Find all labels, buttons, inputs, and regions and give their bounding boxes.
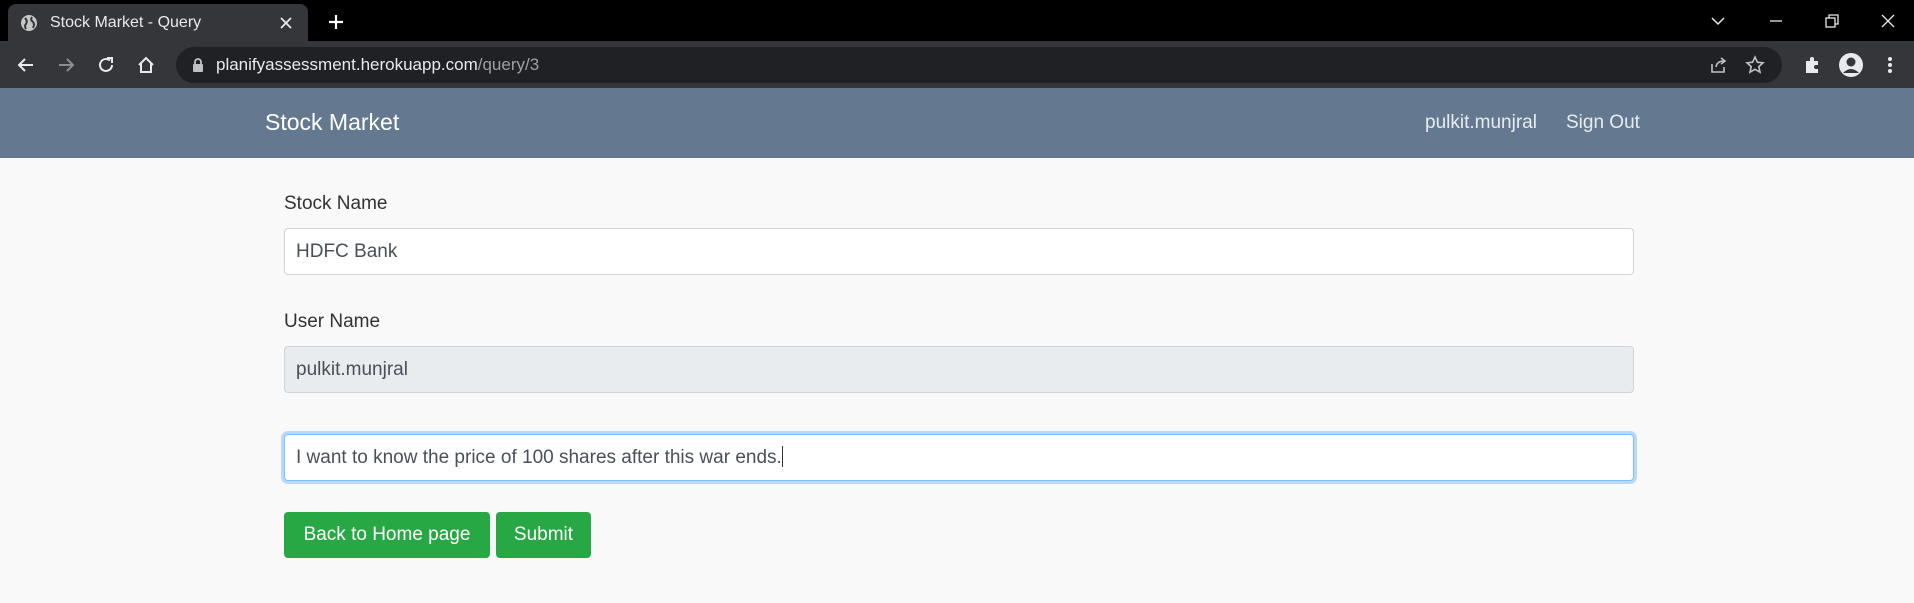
close-window-icon[interactable] bbox=[1875, 8, 1901, 34]
url-text: planifyassessment.herokuapp.com/query/3 bbox=[216, 55, 540, 74]
minimize-icon[interactable] bbox=[1763, 8, 1789, 34]
query-value: I want to know the price of 100 shares a… bbox=[296, 447, 782, 468]
stock-name-input[interactable]: HDFC Bank bbox=[284, 228, 1634, 275]
browser-tab-bar: Stock Market - Query bbox=[0, 0, 1914, 41]
share-icon[interactable] bbox=[1707, 53, 1731, 77]
user-name-label: User Name bbox=[284, 311, 381, 332]
user-name-input[interactable]: pulkit.munjral bbox=[284, 346, 1634, 393]
stock-name-label: Stock Name bbox=[284, 193, 388, 214]
brand-link[interactable]: Stock Market bbox=[265, 109, 399, 136]
reload-icon[interactable] bbox=[93, 52, 119, 78]
home-icon[interactable] bbox=[133, 52, 159, 78]
forward-arrow-icon[interactable] bbox=[53, 52, 79, 78]
globe-icon bbox=[20, 14, 38, 32]
sign-out-link[interactable]: Sign Out bbox=[1566, 112, 1640, 134]
address-bar[interactable]: planifyassessment.herokuapp.com/query/3 bbox=[176, 47, 1782, 83]
new-tab-icon[interactable] bbox=[324, 10, 348, 34]
tab-title: Stock Market - Query bbox=[50, 13, 202, 31]
browser-toolbar: planifyassessment.herokuapp.com/query/3 bbox=[0, 41, 1914, 88]
close-tab-icon[interactable] bbox=[276, 13, 296, 33]
user-name-value: pulkit.munjral bbox=[296, 359, 408, 380]
stock-name-value: HDFC Bank bbox=[296, 241, 398, 262]
query-input[interactable]: I want to know the price of 100 shares a… bbox=[284, 434, 1634, 481]
text-caret bbox=[781, 446, 783, 467]
chevron-down-icon[interactable] bbox=[1705, 8, 1731, 34]
star-icon[interactable] bbox=[1743, 53, 1767, 77]
browser-tab[interactable]: Stock Market - Query bbox=[8, 4, 308, 41]
lock-icon[interactable] bbox=[190, 56, 206, 74]
site-navbar: Stock Market pulkit.munjral Sign Out bbox=[0, 88, 1914, 158]
back-to-home-button[interactable]: Back to Home page bbox=[284, 512, 490, 558]
menu-dots-icon[interactable] bbox=[1877, 52, 1903, 78]
nav-username-link[interactable]: pulkit.munjral bbox=[1425, 112, 1537, 134]
back-arrow-icon[interactable] bbox=[13, 52, 39, 78]
submit-button[interactable]: Submit bbox=[496, 512, 591, 558]
extensions-icon[interactable] bbox=[1799, 52, 1825, 78]
profile-avatar-icon[interactable] bbox=[1838, 52, 1864, 78]
restore-icon[interactable] bbox=[1819, 8, 1845, 34]
